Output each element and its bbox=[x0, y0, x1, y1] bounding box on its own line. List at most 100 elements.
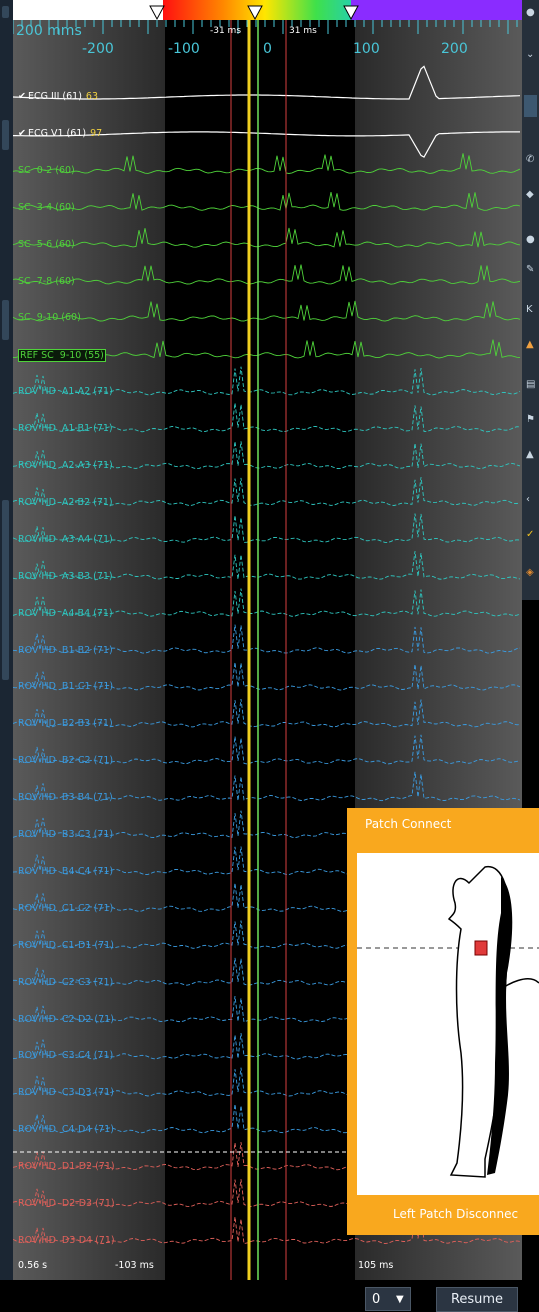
side-tab-3[interactable] bbox=[2, 500, 9, 680]
channel-label[interactable]: ROV HD B3-C3 (71) bbox=[18, 829, 113, 840]
patch-marker bbox=[474, 940, 488, 956]
channel-label[interactable]: ROV HD C4-D4 (71) bbox=[18, 1124, 114, 1135]
channel-name: ROV HD C3-D3 (71) bbox=[18, 1087, 114, 1099]
channel-name: ROV HD C1-C2 (71) bbox=[18, 902, 114, 914]
channel-label[interactable]: ROV HD A3-B3 (71) bbox=[18, 571, 113, 582]
channel-name: SC 5-6 (60) bbox=[18, 238, 75, 250]
check-icon[interactable]: ✓ bbox=[526, 530, 536, 540]
phone-icon[interactable]: ✆ bbox=[526, 155, 536, 165]
circle-icon[interactable]: ● bbox=[526, 235, 536, 245]
resume-button[interactable]: Resume bbox=[436, 1287, 518, 1312]
channel-label[interactable]: ROV HD C1-C2 (71) bbox=[18, 903, 113, 914]
channel-name: ROV HD C1-D1 (71) bbox=[18, 939, 114, 951]
panel-toggle-icon[interactable] bbox=[524, 95, 537, 117]
channel-label[interactable]: ROV HD D2-D3 (71) bbox=[18, 1198, 115, 1209]
shield-icon[interactable]: ◈ bbox=[526, 568, 536, 578]
channel-name: ROV HD B1-B2 (71) bbox=[18, 644, 113, 656]
channel-name: ROV HD C4-D4 (71) bbox=[18, 1124, 114, 1136]
channel-label[interactable]: ROV HD B2-B3 (71) bbox=[18, 718, 113, 729]
patient-figure bbox=[357, 853, 539, 1195]
caliper-right-readout: 31 ms bbox=[289, 26, 317, 36]
channel-label[interactable]: ROV HD A1-A2 (71) bbox=[18, 386, 113, 397]
channel-name: ROV HD B2-B3 (71) bbox=[18, 718, 113, 730]
chevron-down-icon[interactable]: ⌄ bbox=[526, 50, 536, 60]
channel-label[interactable]: SC 0-2 (60) bbox=[18, 165, 75, 176]
chevron-left-icon[interactable]: ‹ bbox=[526, 495, 536, 505]
channel-label[interactable]: ROV HD C2-D2 (71) bbox=[18, 1014, 114, 1025]
channel-name: ECG III (61) bbox=[27, 91, 82, 102]
channel-label[interactable]: ROV HD B4-C4 (71) bbox=[18, 866, 113, 877]
channel-name: ROV HD C2-C3 (71) bbox=[18, 976, 114, 988]
channel-label[interactable]: ROV HD B3-B4 (71) bbox=[18, 792, 113, 803]
side-tab-1[interactable] bbox=[2, 120, 9, 150]
channel-label[interactable]: ROV HD B1-C1 (71) bbox=[18, 681, 113, 692]
mapping-system-window: 200 mms -200 -100 0 100 200 -31 ms 31 ms… bbox=[0, 0, 539, 1312]
channel-name: SC 0-2 (60) bbox=[18, 164, 75, 176]
channel-name: SC 7-8 (60) bbox=[18, 275, 75, 287]
channel-name: ROV HD B1-C1 (71) bbox=[18, 681, 114, 693]
flag-icon[interactable]: ⚑ bbox=[526, 415, 536, 425]
channel-label[interactable]: ROV HD B2-C2 (71) bbox=[18, 755, 113, 766]
right-marker-readout: 105 ms bbox=[358, 1260, 394, 1271]
channel-label[interactable]: REF SC 9-10 (55) bbox=[18, 349, 106, 363]
channel-label[interactable]: ROV HD C3-C4 (71) bbox=[18, 1050, 113, 1061]
channel-name: ROV HD B3-B4 (71) bbox=[18, 792, 113, 804]
channel-name: ROV HD C2-D2 (71) bbox=[18, 1013, 114, 1025]
channel-label[interactable]: SC 3-4 (60) bbox=[18, 202, 75, 213]
channel-label[interactable]: ROV HD C2-C3 (71) bbox=[18, 977, 113, 988]
layers-icon[interactable]: ▤ bbox=[526, 380, 536, 390]
channel-value: 63 bbox=[85, 91, 99, 102]
channel-label[interactable]: ROV HD D3-D4 (71) bbox=[18, 1235, 115, 1246]
channel-label[interactable]: ROV HD C3-D3 (71) bbox=[18, 1087, 114, 1098]
diamond-icon[interactable]: ◆ bbox=[526, 190, 536, 200]
record-dot-icon[interactable]: ● bbox=[526, 8, 536, 18]
channel-label[interactable]: ROV HD A2-B2 (71) bbox=[18, 497, 113, 508]
channel-name: ROV HD A1-B1 (71) bbox=[18, 423, 113, 435]
collapse-tab[interactable] bbox=[2, 6, 9, 18]
channel-name: ROV HD A2-B2 (71) bbox=[18, 496, 113, 508]
patch-connect-dialog[interactable]: Patch Connect Left Patch Disconnec bbox=[347, 808, 539, 1235]
patient-silhouette-icon bbox=[357, 866, 539, 1178]
flame-icon[interactable]: ▲ bbox=[526, 340, 536, 350]
channel-name: ROV HD C3-C4 (71) bbox=[18, 1050, 114, 1062]
tick-label-200: 200 bbox=[441, 41, 468, 57]
patch-status-message: Left Patch Disconnec bbox=[393, 1207, 519, 1221]
channel-name: ROV HD B4-C4 (71) bbox=[18, 865, 114, 877]
channel-name: ROV HD B3-C3 (71) bbox=[18, 829, 114, 840]
k-icon[interactable]: K bbox=[526, 305, 536, 315]
pencil-icon[interactable]: ✎ bbox=[526, 265, 536, 275]
right-tool-strip: ● ⌄ ✆ ◆ ● ✎ K ▲ ▤ ⚑ ▲ ‹ ✓ ◈ bbox=[522, 0, 539, 600]
channel-name: ROV HD A2-A3 (71) bbox=[18, 460, 113, 471]
channel-value: 97 bbox=[90, 127, 103, 139]
channel-label[interactable]: ✔ ECG III (61) 63 bbox=[18, 91, 98, 102]
scale-late-zone bbox=[351, 0, 522, 20]
channel-name: ROV HD A3-B3 (71) bbox=[18, 570, 113, 582]
scale-white-zone bbox=[13, 0, 173, 20]
channel-checkbox-icon[interactable]: ✔ bbox=[18, 128, 26, 139]
channel-label[interactable]: ROV HD A2-A3 (71) bbox=[18, 460, 113, 471]
tick-label-100: 100 bbox=[353, 41, 380, 57]
channel-label[interactable]: ✔ ECG V1 (61) 97 bbox=[18, 128, 102, 139]
channel-label[interactable]: ROV HD B1-B2 (71) bbox=[18, 645, 113, 656]
channel-label[interactable]: ROV HD A3-A4 (71) bbox=[18, 534, 113, 545]
channel-label[interactable]: ROV HD A4-B4 (71) bbox=[18, 608, 113, 619]
left-marker-readout: -103 ms bbox=[115, 1260, 154, 1271]
channel-label[interactable]: ROV HD A1-B1 (71) bbox=[18, 423, 113, 434]
channel-name: ROV HD A4-B4 (71) bbox=[18, 607, 113, 619]
channel-name: ROV HD A1-A2 (71) bbox=[18, 386, 113, 398]
zoom-dropdown-value: 0 bbox=[372, 1292, 381, 1307]
channel-label[interactable]: SC 9-10 (60) bbox=[18, 312, 81, 323]
tick-label-minus-100: -100 bbox=[168, 41, 200, 57]
channel-checkbox-icon[interactable]: ✔ bbox=[18, 91, 26, 102]
time-position-readout: 0.56 s bbox=[18, 1260, 48, 1271]
channel-label[interactable]: ROV HD D1-D2 (71) bbox=[18, 1161, 115, 1172]
channel-name: ECG V1 (61) bbox=[27, 127, 87, 139]
channel-name: SC 9-10 (60) bbox=[18, 312, 81, 324]
zoom-dropdown[interactable]: 0 ▼ bbox=[365, 1287, 411, 1311]
triangle-icon[interactable]: ▲ bbox=[526, 450, 536, 460]
channel-name: SC 3-4 (60) bbox=[18, 201, 75, 213]
channel-label[interactable]: SC 5-6 (60) bbox=[18, 239, 75, 250]
channel-label[interactable]: ROV HD C1-D1 (71) bbox=[18, 940, 114, 951]
side-tab-2[interactable] bbox=[2, 300, 9, 340]
channel-label[interactable]: SC 7-8 (60) bbox=[18, 276, 75, 287]
